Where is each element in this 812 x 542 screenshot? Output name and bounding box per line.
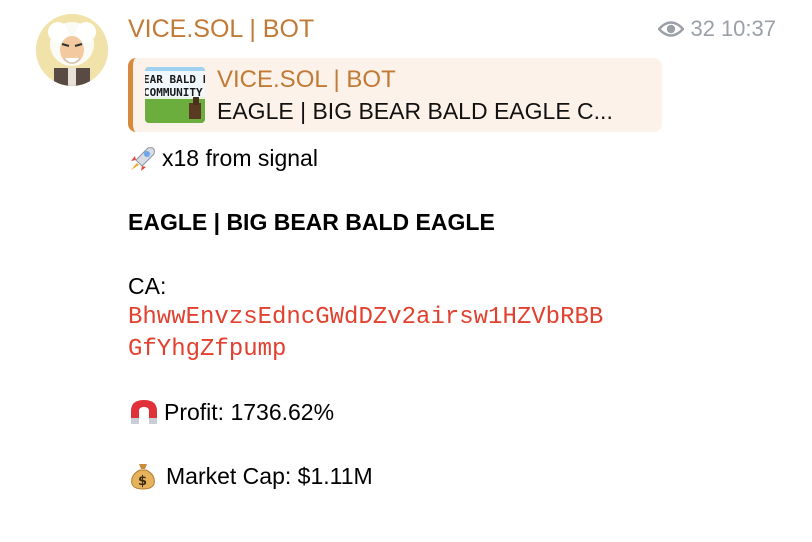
message-time: 10:37 — [720, 16, 776, 41]
profit-text: Profit: 1736.62% — [164, 399, 335, 425]
svg-text:$: $ — [138, 474, 147, 489]
rocket-icon — [128, 144, 162, 172]
eye-icon — [658, 20, 685, 38]
profit-line: Profit: 1736.62% — [128, 398, 334, 426]
ca-label: CA: — [128, 273, 167, 299]
token-name: EAGLE | BIG BEAR BALD EAGLE — [128, 209, 495, 235]
reply-sender: VICE.SOL | BOT — [217, 66, 396, 93]
signal-text: x18 from signal — [162, 145, 318, 171]
message-meta: 32 10:37 — [658, 14, 776, 44]
reply-preview[interactable]: EAR BALD E COMMUNITY VICE.SOL | BOT EAGL… — [128, 58, 662, 132]
sender-name[interactable]: VICE.SOL | BOT — [128, 14, 314, 44]
market-cap-text: Market Cap: $1.11M — [166, 463, 373, 489]
view-count: 32 — [690, 16, 715, 41]
money-bag-icon: $ — [128, 462, 166, 490]
market-cap-line: $ Market Cap: $1.11M — [128, 462, 373, 490]
reply-text: EAGLE | BIG BEAR BALD EAGLE C... — [217, 98, 613, 124]
svg-text:EAR BALD E: EAR BALD E — [145, 73, 205, 86]
magnet-icon — [128, 398, 164, 426]
signal-line: x18 from signal — [128, 144, 318, 172]
contract-address-line-1[interactable]: BhwwEnvzsEdncGWdDZv2airsw1HZVbRBB — [128, 304, 603, 332]
sender-avatar[interactable] — [36, 14, 108, 86]
contract-address-line-2[interactable]: GfYhgZfpump — [128, 336, 286, 364]
reply-thumbnail: EAR BALD E COMMUNITY — [145, 67, 205, 123]
